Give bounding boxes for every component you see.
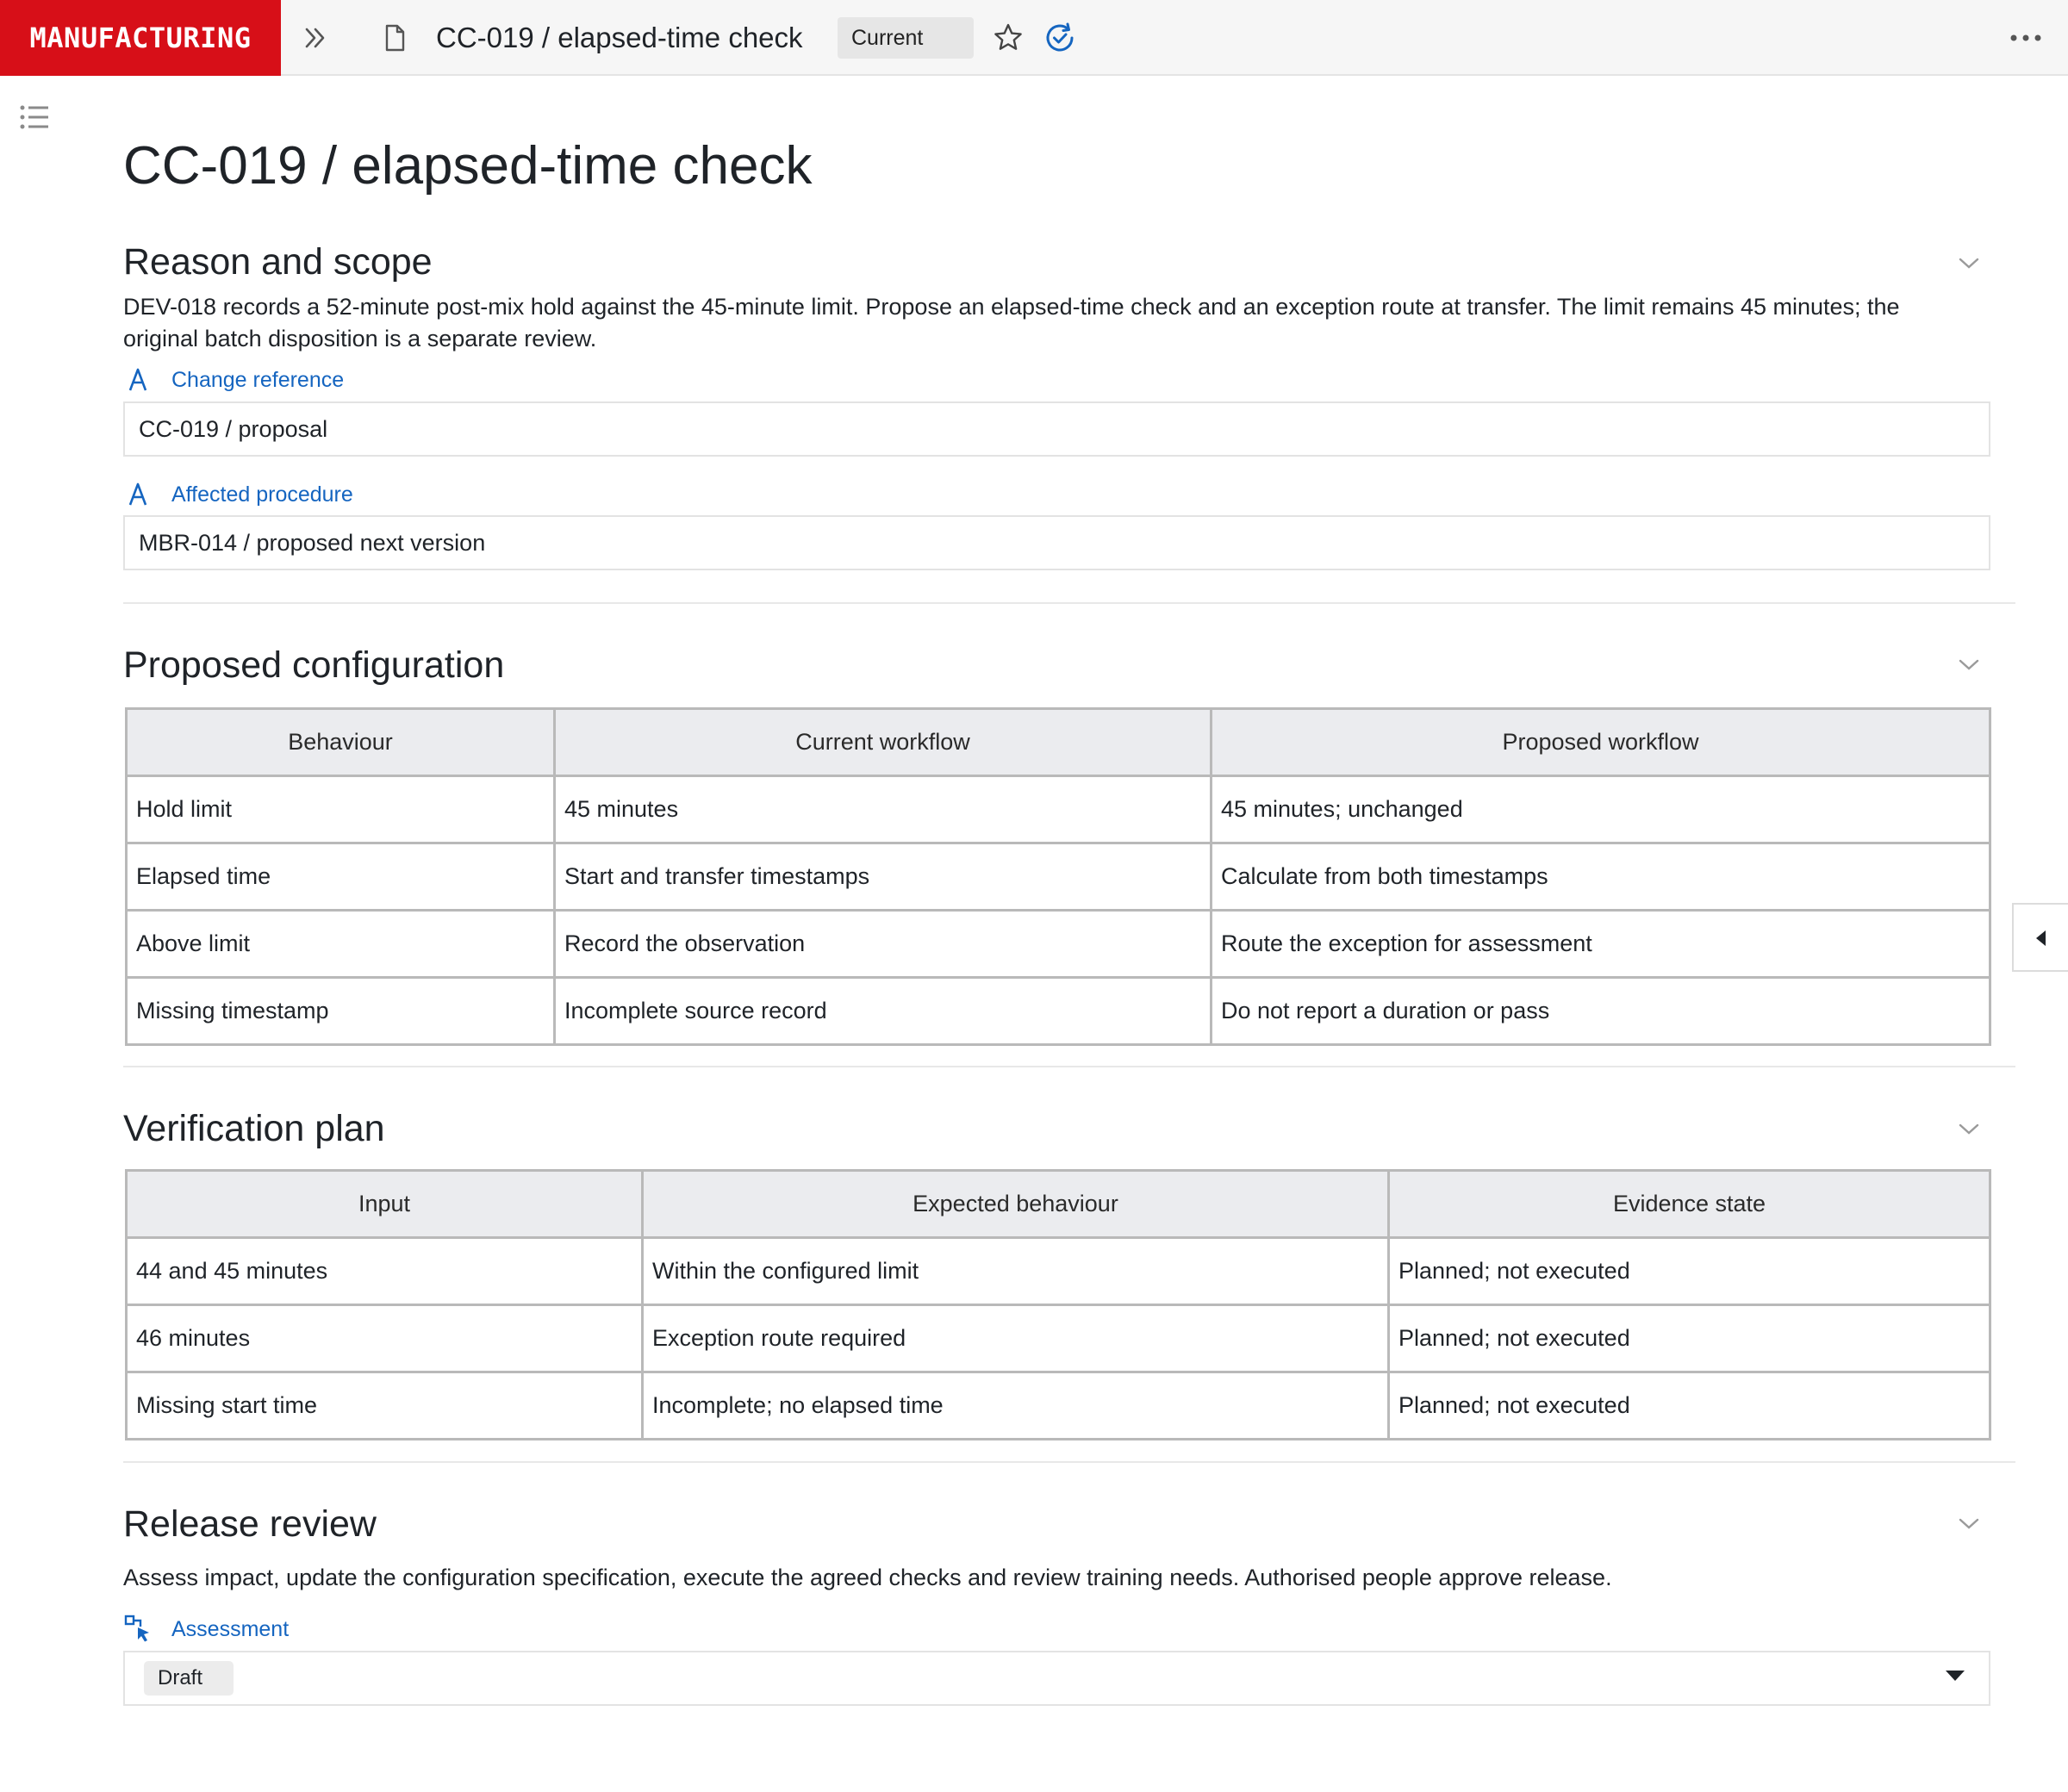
chevron-down-icon[interactable] bbox=[1956, 250, 1982, 276]
section-heading-release: Release review bbox=[123, 1503, 377, 1545]
table-cell: Hold limit bbox=[125, 775, 556, 844]
more-horizontal-icon[interactable] bbox=[2006, 19, 2046, 57]
assessment-label: Assessment bbox=[171, 1617, 290, 1641]
document-icon bbox=[385, 24, 405, 52]
side-drawer-toggle[interactable] bbox=[2012, 903, 2068, 972]
list-icon[interactable] bbox=[17, 100, 52, 134]
text-field-icon bbox=[128, 482, 147, 506]
table-row: Missing start time Incomplete; no elapse… bbox=[125, 1371, 1991, 1440]
chevron-down-icon[interactable] bbox=[1956, 651, 1982, 677]
check-circle-icon[interactable] bbox=[1041, 19, 1079, 57]
table-cell: Do not report a duration or pass bbox=[1210, 976, 1991, 1046]
top-bar: MANUFACTURING CC-019 / elapsed-time chec… bbox=[0, 0, 2068, 76]
table-row: 44 and 45 minutes Within the configured … bbox=[125, 1236, 1991, 1306]
table-cell: 45 minutes bbox=[553, 775, 1212, 844]
chevron-down-icon[interactable] bbox=[1956, 1510, 1982, 1536]
caret-left-icon bbox=[2036, 930, 2046, 946]
table-cell: Start and transfer timestamps bbox=[553, 842, 1212, 912]
table-cell: Incomplete; no elapsed time bbox=[641, 1371, 1390, 1440]
section-heading-configuration: Proposed configuration bbox=[123, 644, 505, 686]
table-cell: 44 and 45 minutes bbox=[125, 1236, 644, 1306]
text-field-icon bbox=[128, 368, 147, 391]
double-chevron-right-icon[interactable] bbox=[296, 19, 334, 57]
section-heading-reason: Reason and scope bbox=[123, 241, 433, 283]
table-row: Above limit Record the observation Route… bbox=[125, 909, 1991, 979]
table-cell: Planned; not executed bbox=[1387, 1371, 1991, 1440]
table-cell: Exception route required bbox=[641, 1304, 1390, 1373]
table-row: Hold limit 45 minutes 45 minutes; unchan… bbox=[125, 775, 1991, 844]
table-cell: Planned; not executed bbox=[1387, 1236, 1991, 1306]
section-divider bbox=[123, 1066, 2015, 1067]
star-icon[interactable] bbox=[989, 19, 1027, 57]
table-cell: 45 minutes; unchanged bbox=[1210, 775, 1991, 844]
column-header: Current workflow bbox=[553, 707, 1212, 777]
table-cell: Calculate from both timestamps bbox=[1210, 842, 1991, 912]
release-body: Assess impact, update the configuration … bbox=[123, 1565, 1612, 1590]
column-header: Expected behaviour bbox=[641, 1169, 1390, 1239]
configuration-table: Behaviour Current workflow Proposed work… bbox=[125, 707, 1991, 1046]
page-title: CC-019 / elapsed-time check bbox=[123, 136, 813, 196]
section-divider bbox=[123, 602, 2015, 604]
verification-table: Input Expected behaviour Evidence state … bbox=[125, 1169, 1991, 1440]
column-header: Input bbox=[125, 1169, 644, 1239]
table-row: 46 minutes Exception route required Plan… bbox=[125, 1304, 1991, 1373]
section-divider bbox=[123, 1461, 2015, 1463]
table-cell: Route the exception for assessment bbox=[1210, 909, 1991, 979]
table-cell: Missing timestamp bbox=[125, 976, 556, 1046]
table-header-row: Input Expected behaviour Evidence state bbox=[125, 1169, 1991, 1239]
table-cell: Above limit bbox=[125, 909, 556, 979]
assessment-value-tag: Draft bbox=[144, 1661, 234, 1696]
table-cell: Within the configured limit bbox=[641, 1236, 1390, 1306]
table-row: Missing timestamp Incomplete source reco… bbox=[125, 976, 1991, 1046]
assessment-select[interactable]: Draft bbox=[123, 1651, 1990, 1706]
affected-procedure-label: Affected procedure bbox=[171, 482, 353, 507]
table-cell: Incomplete source record bbox=[553, 976, 1212, 1046]
status-badge[interactable]: Current bbox=[838, 17, 974, 59]
affected-procedure-field[interactable]: MBR-014 / proposed next version bbox=[123, 515, 1990, 570]
caret-down-icon[interactable] bbox=[1943, 1667, 1967, 1684]
table-cell: 46 minutes bbox=[125, 1304, 644, 1373]
table-cell: Missing start time bbox=[125, 1371, 644, 1440]
table-cell: Elapsed time bbox=[125, 842, 556, 912]
reason-body: DEV-018 records a 52-minute post-mix hol… bbox=[123, 294, 1900, 352]
column-header: Evidence state bbox=[1387, 1169, 1991, 1239]
document-title: CC-019 / elapsed-time check bbox=[436, 22, 803, 53]
table-cell: Planned; not executed bbox=[1387, 1304, 1991, 1373]
column-header: Proposed workflow bbox=[1210, 707, 1991, 777]
table-header-row: Behaviour Current workflow Proposed work… bbox=[125, 707, 1991, 777]
column-header: Behaviour bbox=[125, 707, 556, 777]
chevron-down-icon[interactable] bbox=[1956, 1116, 1982, 1142]
change-reference-label: Change reference bbox=[171, 368, 345, 392]
table-cell: Record the observation bbox=[553, 909, 1212, 979]
table-row: Elapsed time Start and transfer timestam… bbox=[125, 842, 1991, 912]
brand-logo[interactable]: MANUFACTURING bbox=[0, 0, 281, 76]
section-heading-verification: Verification plan bbox=[123, 1108, 385, 1149]
select-field-icon bbox=[124, 1615, 149, 1642]
change-reference-field[interactable]: CC-019 / proposal bbox=[123, 401, 1990, 457]
